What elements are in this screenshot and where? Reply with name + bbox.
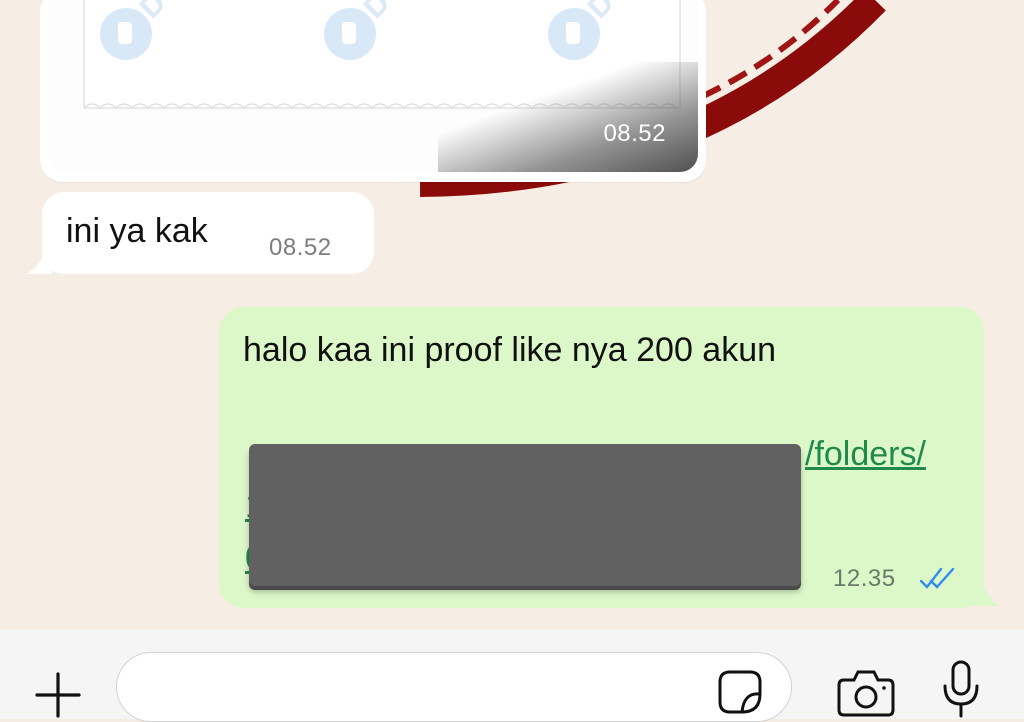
outgoing-message[interactable]: halo kaa ini proof like nya 200 akun /fo…: [219, 307, 984, 608]
incoming-message[interactable]: ini ya kak 08.52: [42, 192, 374, 274]
plus-icon[interactable]: [33, 670, 83, 720]
image-shade: [438, 62, 698, 172]
image-message[interactable]: D D D 08.52: [40, 0, 706, 182]
message-link[interactable]: /folders/: [805, 435, 926, 474]
camera-icon[interactable]: [836, 668, 896, 718]
double-check-icon: [919, 567, 955, 589]
microphone-icon[interactable]: [940, 660, 982, 720]
sticker-icon[interactable]: [716, 668, 764, 716]
message-time: 08.52: [603, 120, 666, 147]
message-input[interactable]: [116, 652, 792, 722]
composer-bar: [0, 630, 1024, 722]
image-preview[interactable]: D D D 08.52: [48, 0, 698, 172]
message-time: 12.35: [833, 565, 896, 592]
message-time: 08.52: [269, 234, 332, 261]
message-text: halo kaa ini proof like nya 200 akun: [243, 331, 777, 369]
redaction-box: [249, 444, 801, 586]
message-text: ini ya kak: [66, 212, 208, 250]
